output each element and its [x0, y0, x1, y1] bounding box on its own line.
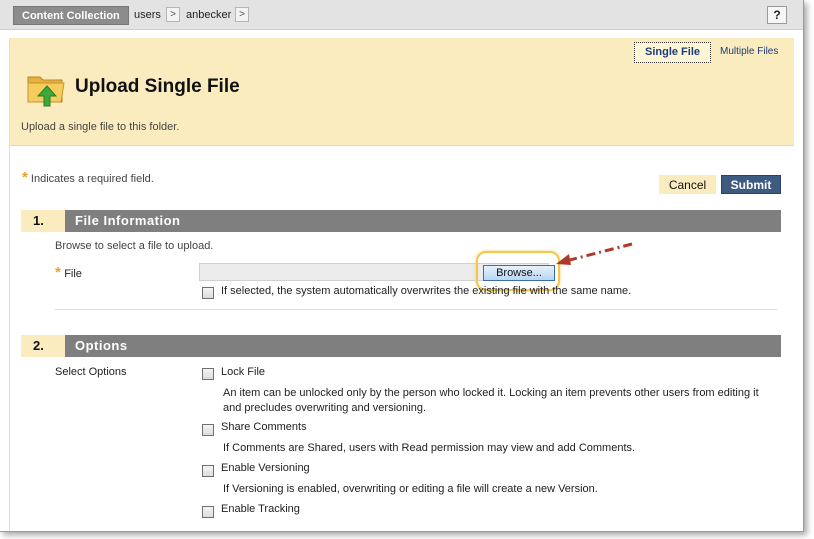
app-window: Content Collection users > anbecker > ? … [0, 0, 804, 532]
page-header: Single File Multiple Files Upload Single… [10, 38, 794, 146]
help-button[interactable]: ? [767, 6, 787, 24]
breadcrumb-bar: Content Collection users > anbecker > ? [0, 0, 803, 30]
breadcrumb-arrow-icon[interactable]: > [235, 7, 249, 22]
required-star-icon: * [22, 169, 28, 186]
upload-folder-icon [27, 76, 65, 107]
page-title: Upload Single File [75, 76, 240, 97]
section-number: 2. [21, 335, 65, 357]
submit-button[interactable]: Submit [721, 175, 781, 194]
section-title: File Information [75, 213, 181, 228]
cancel-button[interactable]: Cancel [659, 175, 716, 194]
content-area: Single File Multiple Files Upload Single… [9, 38, 794, 531]
section-file-information: 1. File Information [21, 210, 781, 232]
lock-file-label: Lock File [221, 366, 266, 378]
enable-tracking-checkbox[interactable] [202, 506, 214, 518]
section-options: 2. Options [21, 335, 781, 357]
required-note-text: Indicates a required field. [30, 173, 154, 185]
enable-versioning-checkbox[interactable] [202, 465, 214, 477]
file-label: * File [55, 264, 82, 281]
page-description: Upload a single file to this folder. [21, 121, 180, 133]
share-comments-label: Share Comments [221, 421, 307, 433]
required-star-icon: * [55, 264, 61, 281]
annotation-arrow-icon [556, 242, 633, 265]
file-label-text: File [64, 268, 82, 280]
browse-button[interactable]: Browse... [483, 265, 555, 281]
file-instructions: Browse to select a file to upload. [55, 240, 214, 252]
overwrite-text: If selected, the system automatically ov… [221, 285, 632, 297]
section-title: Options [75, 338, 128, 353]
share-comments-description: If Comments are Shared, users with Read … [223, 442, 636, 454]
breadcrumb-root[interactable]: Content Collection [13, 6, 129, 25]
section-number: 1. [21, 210, 65, 232]
required-field-note: * Indicates a required field. [22, 169, 154, 186]
lock-file-checkbox[interactable] [202, 368, 214, 380]
single-file-tab[interactable]: Single File [634, 42, 712, 63]
enable-tracking-label: Enable Tracking [221, 503, 300, 515]
breadcrumb-arrow-icon[interactable]: > [166, 7, 180, 22]
enable-versioning-label: Enable Versioning [221, 462, 310, 474]
lock-file-description: An item can be unlocked only by the pers… [223, 387, 759, 414]
overwrite-checkbox[interactable] [202, 287, 214, 299]
select-options-label: Select Options [55, 366, 127, 378]
section-divider [55, 309, 777, 310]
share-comments-checkbox[interactable] [202, 424, 214, 436]
enable-versioning-description: If Versioning is enabled, overwriting or… [223, 483, 598, 495]
breadcrumb-item-users[interactable]: users [134, 8, 161, 22]
breadcrumb-item-anbecker[interactable]: anbecker [186, 8, 231, 22]
multiple-files-link[interactable]: Multiple Files [720, 46, 778, 57]
